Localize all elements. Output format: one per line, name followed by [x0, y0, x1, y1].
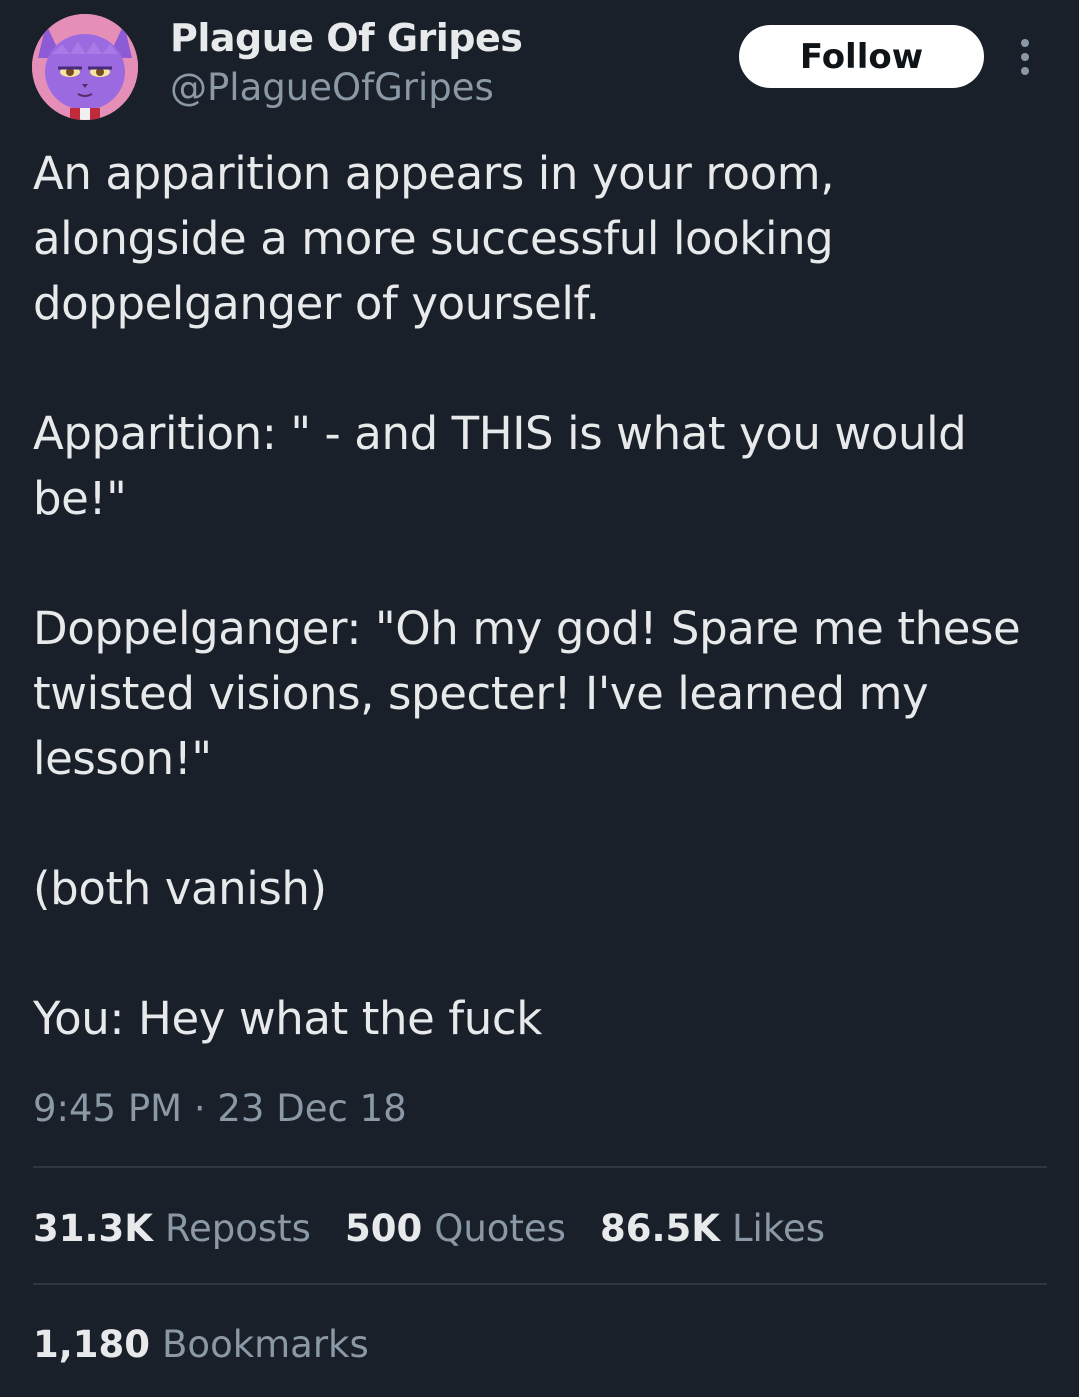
engagement-stats: 31.3K Reposts 500 Quotes 86.5K Likes — [33, 1200, 859, 1256]
quotes-label: Quotes — [434, 1206, 566, 1250]
likes-stat[interactable]: 86.5K Likes — [600, 1207, 825, 1250]
tweet-paragraph: An apparition appears in your room, alon… — [33, 147, 835, 330]
bookmarks-count: 1,180 — [33, 1322, 151, 1366]
author-handle[interactable]: @PlagueOfGripes — [170, 64, 494, 112]
tweet-text: An apparition appears in your room, alon… — [33, 141, 1043, 1051]
bookmark-stats: 1,180 Bookmarks — [33, 1316, 403, 1372]
tweet-header: Plague Of Gripes @PlagueOfGripes Follow — [0, 0, 1079, 130]
reposts-count: 31.3K — [33, 1206, 153, 1250]
quotes-count: 500 — [344, 1206, 423, 1250]
bookmarks-label: Bookmarks — [162, 1322, 369, 1366]
bookmarks-stat[interactable]: 1,180 Bookmarks — [33, 1323, 369, 1366]
reposts-label: Reposts — [164, 1206, 311, 1250]
follow-button[interactable]: Follow — [739, 25, 984, 88]
tweet-paragraph: Apparition: " - and THIS is what you wou… — [33, 407, 967, 525]
likes-label: Likes — [731, 1206, 825, 1250]
author-display-name[interactable]: Plague Of Gripes — [170, 14, 523, 62]
divider — [33, 1166, 1047, 1168]
tweet-paragraph: Doppelganger: "Oh my god! Spare me these… — [33, 602, 1021, 785]
likes-count: 86.5K — [599, 1206, 720, 1250]
more-options-icon[interactable] — [1010, 36, 1040, 80]
avatar[interactable] — [32, 14, 138, 120]
purple-cat-avatar-icon — [32, 14, 138, 120]
quotes-stat[interactable]: 500 Quotes — [345, 1207, 566, 1250]
tweet-timestamp[interactable]: 9:45 PM · 23 Dec 18 — [33, 1084, 407, 1134]
tweet-paragraph: (both vanish) — [33, 862, 327, 915]
divider — [33, 1283, 1047, 1285]
tweet-paragraph: You: Hey what the fuck — [33, 992, 542, 1045]
reposts-stat[interactable]: 31.3K Reposts — [33, 1207, 311, 1250]
